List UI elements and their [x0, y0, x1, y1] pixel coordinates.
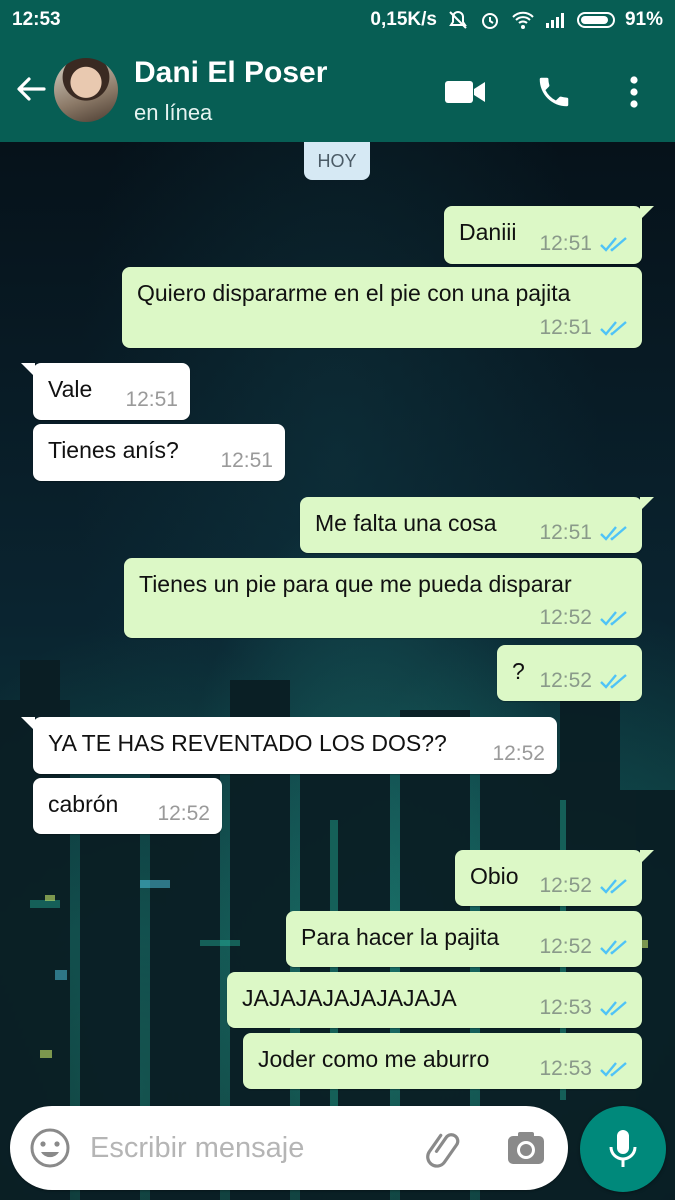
outgoing-message[interactable]: Obio 12:52 — [455, 850, 654, 906]
message-time: 12:51 — [539, 521, 592, 544]
bubble-tail — [640, 497, 654, 511]
bubble-tail — [21, 717, 35, 731]
read-ticks-icon — [600, 237, 627, 252]
message-meta: 12:51 — [539, 316, 628, 340]
message-meta: 12:53 — [539, 1057, 628, 1081]
incoming-message[interactable]: YA TE HAS REVENTADO LOS DOS?? 12:52 — [21, 717, 557, 774]
outgoing-message[interactable]: Me falta una cosa 12:51 — [300, 497, 654, 553]
incoming-message[interactable]: Tienes anís? 12:51 — [33, 424, 285, 481]
read-ticks-icon — [600, 674, 627, 689]
outgoing-message[interactable]: ? 12:52 — [497, 645, 642, 701]
video-call-button[interactable] — [443, 70, 487, 114]
message-meta: 12:51 — [220, 449, 273, 473]
bubble-tail — [640, 206, 654, 220]
status-right: 0,15K/s 91% — [370, 9, 663, 31]
message-meta: 12:51 — [539, 521, 628, 545]
avatar[interactable] — [54, 58, 118, 122]
message-text: YA TE HAS REVENTADO LOS DOS?? — [48, 730, 447, 756]
phone-icon — [539, 77, 569, 107]
message-meta: 12:53 — [539, 996, 628, 1020]
mic-button[interactable] — [580, 1106, 666, 1192]
message-time: 12:52 — [539, 935, 592, 958]
message-time: 12:52 — [539, 606, 592, 629]
attach-clip-icon[interactable] — [422, 1126, 466, 1170]
message-text: ? — [512, 658, 525, 684]
date-divider-chip: HOY — [304, 142, 370, 180]
message-text: Tienes anís? — [48, 437, 179, 463]
outgoing-message[interactable]: Quiero dispararme en el pie con una paji… — [122, 267, 642, 348]
message-composer[interactable]: Escribir mensaje — [10, 1106, 568, 1190]
message-text: Daniii — [459, 219, 517, 245]
message-time: 12:52 — [157, 802, 210, 825]
message-text: Tienes un pie para que me pueda disparar — [139, 571, 572, 597]
message-time: 12:51 — [539, 232, 592, 255]
message-time: 12:51 — [539, 316, 592, 339]
message-time: 12:53 — [539, 996, 592, 1019]
message-text: Me falta una cosa — [315, 510, 497, 536]
message-time: 12:52 — [492, 742, 545, 765]
message-text: Para hacer la pajita — [301, 924, 500, 950]
outgoing-message[interactable]: JAJAJAJAJAJAJAJA 12:53 — [227, 972, 642, 1028]
message-text: Quiero dispararme en el pie con una paji… — [137, 280, 571, 306]
message-text: Vale — [48, 376, 93, 402]
message-input[interactable]: Escribir mensaje — [90, 1132, 304, 1165]
alarm-icon — [481, 13, 498, 29]
bubble-tail — [640, 850, 654, 864]
outgoing-message[interactable]: Para hacer la pajita 12:52 — [286, 911, 642, 967]
wifi-icon — [512, 11, 534, 29]
read-ticks-icon — [600, 1001, 627, 1016]
message-time: 12:52 — [539, 874, 592, 897]
read-ticks-icon — [600, 940, 627, 955]
message-meta: 12:52 — [492, 742, 545, 766]
more-options-button[interactable] — [612, 70, 656, 114]
message-meta: 12:52 — [539, 874, 628, 898]
outgoing-message[interactable]: Joder como me aburro 12:53 — [243, 1033, 642, 1089]
incoming-message[interactable]: cabrón 12:52 — [33, 778, 222, 834]
message-text: Obio — [470, 863, 519, 889]
outgoing-message[interactable]: Tienes un pie para que me pueda disparar… — [124, 558, 642, 638]
read-ticks-icon — [600, 1062, 627, 1077]
message-meta: 12:51 — [539, 232, 628, 256]
chat-area[interactable]: HOY Daniii 12:51 Quiero dispararme en el… — [0, 142, 675, 1200]
camera-icon[interactable] — [504, 1126, 548, 1170]
message-meta: 12:52 — [157, 802, 210, 826]
status-bar: 12:53 0,15K/s 91% — [0, 0, 675, 38]
mute-bell-icon — [449, 10, 467, 29]
chat-header: Dani El Poser en línea — [0, 38, 675, 142]
message-text: Joder como me aburro — [258, 1046, 490, 1072]
battery-percent: 91% — [624, 9, 663, 30]
message-time: 12:52 — [539, 669, 592, 692]
signal-icon — [545, 13, 564, 28]
emoji-icon[interactable] — [28, 1126, 72, 1170]
read-ticks-icon — [600, 526, 627, 541]
more-vert-icon — [630, 76, 638, 108]
mic-icon — [609, 1130, 637, 1167]
net-speed: 0,15K/s — [370, 9, 437, 30]
contact-status: en línea — [134, 100, 213, 125]
message-text: JAJAJAJAJAJAJAJA — [242, 985, 457, 1011]
message-meta: 12:51 — [125, 388, 178, 412]
message-time: 12:51 — [125, 388, 178, 411]
message-time: 12:53 — [539, 1057, 592, 1080]
video-call-icon — [445, 81, 485, 103]
message-text: cabrón — [48, 791, 119, 817]
message-meta: 12:52 — [539, 606, 628, 630]
message-meta: 12:52 — [539, 669, 628, 693]
bubble-tail — [21, 363, 35, 377]
battery-icon — [576, 12, 615, 28]
message-meta: 12:52 — [539, 935, 628, 959]
read-ticks-icon — [600, 611, 627, 626]
voice-call-button[interactable] — [532, 70, 576, 114]
read-ticks-icon — [600, 879, 627, 894]
incoming-message[interactable]: Vale 12:51 — [21, 363, 190, 420]
message-time: 12:51 — [220, 449, 273, 472]
contact-name[interactable]: Dani El Poser — [134, 56, 327, 90]
outgoing-message[interactable]: Daniii 12:51 — [444, 206, 654, 264]
read-ticks-icon — [600, 321, 627, 336]
status-time: 12:53 — [12, 9, 61, 30]
back-arrow-icon[interactable] — [14, 72, 48, 106]
